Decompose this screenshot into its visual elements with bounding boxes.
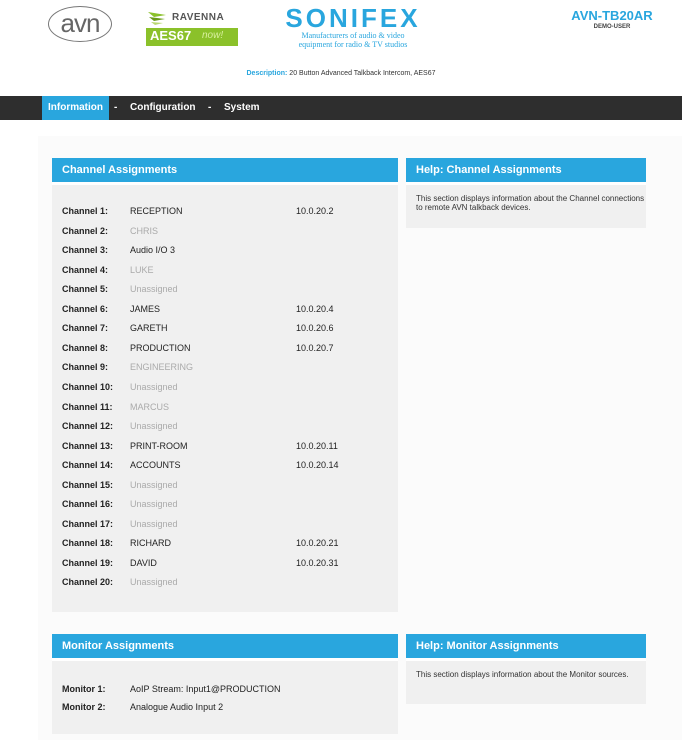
- channel-label: Channel 18:: [62, 538, 114, 549]
- channel-name: CHRIS: [130, 225, 159, 236]
- channel-label: Channel 7:: [62, 323, 109, 334]
- channel-label: Channel 2:: [62, 225, 109, 236]
- channel-name: Unassigned: [130, 499, 178, 510]
- aes67-logo: AES67 now!: [146, 28, 238, 46]
- channel-help-panel: Help: Channel Assignments This section d…: [406, 158, 646, 228]
- channel-label: Channel 5:: [62, 284, 109, 295]
- channel-assignments-title: Channel Assignments: [52, 158, 398, 182]
- channel-name: JAMES: [130, 303, 161, 314]
- channel-ip: 10.0.20.7: [296, 342, 334, 353]
- channel-name: ENGINEERING: [130, 362, 194, 373]
- channel-name: Unassigned: [130, 577, 178, 588]
- panel-header-divider: [406, 182, 646, 185]
- panel-header-divider: [52, 182, 398, 185]
- channel-name: RICHARD: [130, 538, 172, 549]
- channel-assignments-panel: Channel Assignments Channel 1: RECEPTION 1…: [52, 158, 398, 612]
- avn-logo-text: avn: [60, 8, 101, 38]
- channel-name: Unassigned: [130, 479, 178, 490]
- monitor-help-title: Help: Monitor Assignments: [406, 634, 646, 658]
- page-header: avn RAVENNA AES67 now! SONIFEX Manufactu…: [0, 0, 682, 96]
- channel-label: Channel 9:: [62, 362, 109, 373]
- channel-label: Channel 13:: [62, 440, 114, 451]
- channel-label: Channel 15:: [62, 479, 114, 490]
- description-label: Description:: [246, 70, 288, 77]
- device-model-block: AVN-TB20AR DEMO-USER: [552, 8, 672, 30]
- description-text: 20 Button Advanced Talkback Intercom, AE…: [289, 70, 436, 77]
- channel-help-text: This section displays information about …: [416, 194, 645, 212]
- channel-ip: 10.0.20.6: [296, 323, 334, 334]
- channel-help-title: Help: Channel Assignments: [406, 158, 646, 182]
- channel-ip: 10.0.20.4: [296, 303, 334, 314]
- channel-name: DAVID: [130, 557, 157, 568]
- monitor-value: AoIP Stream: Input1@PRODUCTION: [130, 684, 281, 694]
- device-user: DEMO-USER: [593, 24, 631, 30]
- sonifex-logo: SONIFEX Manufacturers of audio & video e…: [268, 5, 438, 51]
- nav-item-system[interactable]: System: [218, 96, 266, 120]
- channel-label: Channel 12:: [62, 421, 114, 432]
- channel-label: Channel 14:: [62, 460, 114, 471]
- channel-name: Audio I/O 3: [130, 245, 176, 256]
- avn-logo: avn: [48, 6, 112, 42]
- device-description: Description: 20 Button Advanced Talkback…: [0, 70, 682, 77]
- channel-label: Channel 4:: [62, 264, 109, 275]
- nav-separator: -: [208, 102, 212, 113]
- channel-name: Unassigned: [130, 518, 178, 529]
- channel-name: Unassigned: [130, 382, 178, 392]
- channel-ip: 10.0.20.31: [296, 557, 339, 568]
- nav-separator: -: [114, 102, 118, 113]
- channel-label: Channel 10:: [62, 382, 114, 392]
- monitor-help-panel: Help: Monitor Assignments This section d…: [406, 634, 646, 704]
- nav-item-configuration[interactable]: Configuration: [124, 96, 202, 120]
- channel-name: LUKE: [130, 264, 154, 275]
- monitor-assignments-title: Monitor Assignments: [52, 634, 398, 658]
- channel-ip: 10.0.20.11: [296, 440, 338, 451]
- channel-ip: 10.0.20.2: [296, 206, 334, 216]
- channel-name: Unassigned: [130, 284, 178, 295]
- brand-tagline-2: equipment for radio & TV studios: [298, 40, 408, 49]
- channel-label: Channel 3:: [62, 245, 109, 256]
- brand-name: SONIFEX: [285, 3, 421, 33]
- device-model: AVN-TB20AR: [571, 8, 653, 23]
- monitor-label: Monitor 2:: [62, 702, 106, 712]
- channel-label: Channel 6:: [62, 303, 109, 314]
- channel-name: Unassigned: [130, 421, 178, 432]
- channel-label: Channel 8:: [62, 342, 109, 353]
- monitor-label: Monitor 1:: [62, 684, 106, 694]
- aes67-text: AES67: [150, 28, 192, 43]
- channel-name: PRINT-ROOM: [130, 440, 188, 451]
- panel-header-divider: [406, 658, 646, 661]
- channel-name: PRODUCTION: [130, 342, 191, 353]
- ravenna-logo: RAVENNA: [146, 10, 238, 26]
- channel-label: Channel 16:: [62, 499, 114, 510]
- channel-label: Channel 1:: [62, 206, 109, 216]
- channel-ip: 10.0.20.14: [296, 460, 339, 471]
- aes67-now-text: now!: [202, 30, 224, 41]
- channel-name: GARETH: [130, 323, 168, 334]
- channel-ip: 10.0.20.21: [296, 538, 339, 549]
- ravenna-bird-icon: [148, 12, 166, 25]
- channel-label: Channel 17:: [62, 518, 114, 529]
- panel-header-divider: [52, 658, 398, 661]
- main-navbar: Information - Configuration - System: [0, 96, 682, 120]
- channel-label: Channel 11:: [62, 401, 113, 412]
- channel-label: Channel 19:: [62, 557, 114, 568]
- channel-name: MARCUS: [130, 401, 170, 412]
- ravenna-text: RAVENNA: [172, 12, 225, 23]
- channel-name: ACCOUNTS: [130, 460, 181, 471]
- monitor-value: Analogue Audio Input 2: [130, 702, 224, 712]
- monitor-assignments-panel: Monitor Assignments Monitor 1: AoIP Stre…: [52, 634, 398, 734]
- channel-name: RECEPTION: [130, 206, 183, 216]
- channel-label: Channel 20:: [62, 577, 114, 588]
- monitor-help-text: This section displays information about …: [416, 670, 629, 679]
- nav-item-information[interactable]: Information: [42, 96, 109, 120]
